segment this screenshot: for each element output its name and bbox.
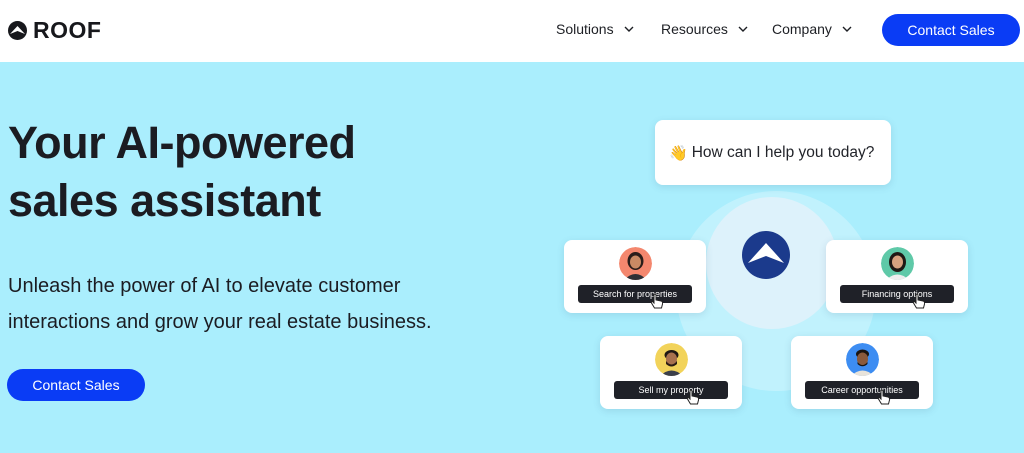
hand-cursor-icon <box>912 293 926 309</box>
hand-cursor-icon <box>650 293 664 309</box>
assistant-prompt-card: 👋 How can I help you today? <box>655 120 891 185</box>
option-label: Career opportunities <box>805 381 919 399</box>
option-label: Search for properties <box>578 285 692 303</box>
chevron-down-icon <box>842 26 852 32</box>
nav-label: Solutions <box>556 21 614 37</box>
hero-subtitle: Unleash the power of AI to elevate custo… <box>8 268 478 340</box>
assistant-prompt-text: How can I help you today? <box>691 143 875 161</box>
contact-sales-button[interactable]: Contact Sales <box>882 14 1020 46</box>
roof-logo-icon <box>742 231 790 279</box>
hand-cursor-icon <box>686 389 700 405</box>
nav-solutions[interactable]: Solutions <box>556 21 634 37</box>
option-card-career: Career opportunities <box>791 336 933 409</box>
avatar <box>619 247 652 280</box>
hero-contact-sales-button[interactable]: Contact Sales <box>7 369 145 401</box>
chevron-down-icon <box>738 26 748 32</box>
hero-subtitle-line: interactions and grow your real estate b… <box>8 311 432 333</box>
avatar <box>881 247 914 280</box>
chevron-down-icon <box>624 26 634 32</box>
hand-cursor-icon <box>877 389 891 405</box>
site-header: ROOF Solutions Resources Company Contact… <box>0 0 1024 62</box>
option-card-sell-property: Sell my property <box>600 336 742 409</box>
option-card-search-properties: Search for properties <box>564 240 706 313</box>
nav-company[interactable]: Company <box>772 21 852 37</box>
nav-label: Resources <box>661 21 728 37</box>
avatar <box>846 343 879 376</box>
roof-logo-icon <box>8 21 27 40</box>
option-label: Sell my property <box>614 381 728 399</box>
hero-subtitle-line: Unleash the power of AI to elevate custo… <box>8 275 401 297</box>
option-label: Financing options <box>840 285 954 303</box>
nav-label: Company <box>772 21 832 37</box>
avatar <box>655 343 688 376</box>
hero-title: Your AI-powered sales assistant <box>8 114 468 230</box>
hero-section: Your AI-powered sales assistant Unleash … <box>0 62 1024 453</box>
hero-title-line: sales assistant <box>8 175 321 226</box>
waving-hand-icon: 👋 <box>669 144 688 162</box>
nav-resources[interactable]: Resources <box>661 21 748 37</box>
hero-title-line: Your AI-powered <box>8 117 356 168</box>
brand-logo[interactable]: ROOF <box>8 17 101 44</box>
brand-name: ROOF <box>33 17 102 43</box>
option-card-financing: Financing options <box>826 240 968 313</box>
